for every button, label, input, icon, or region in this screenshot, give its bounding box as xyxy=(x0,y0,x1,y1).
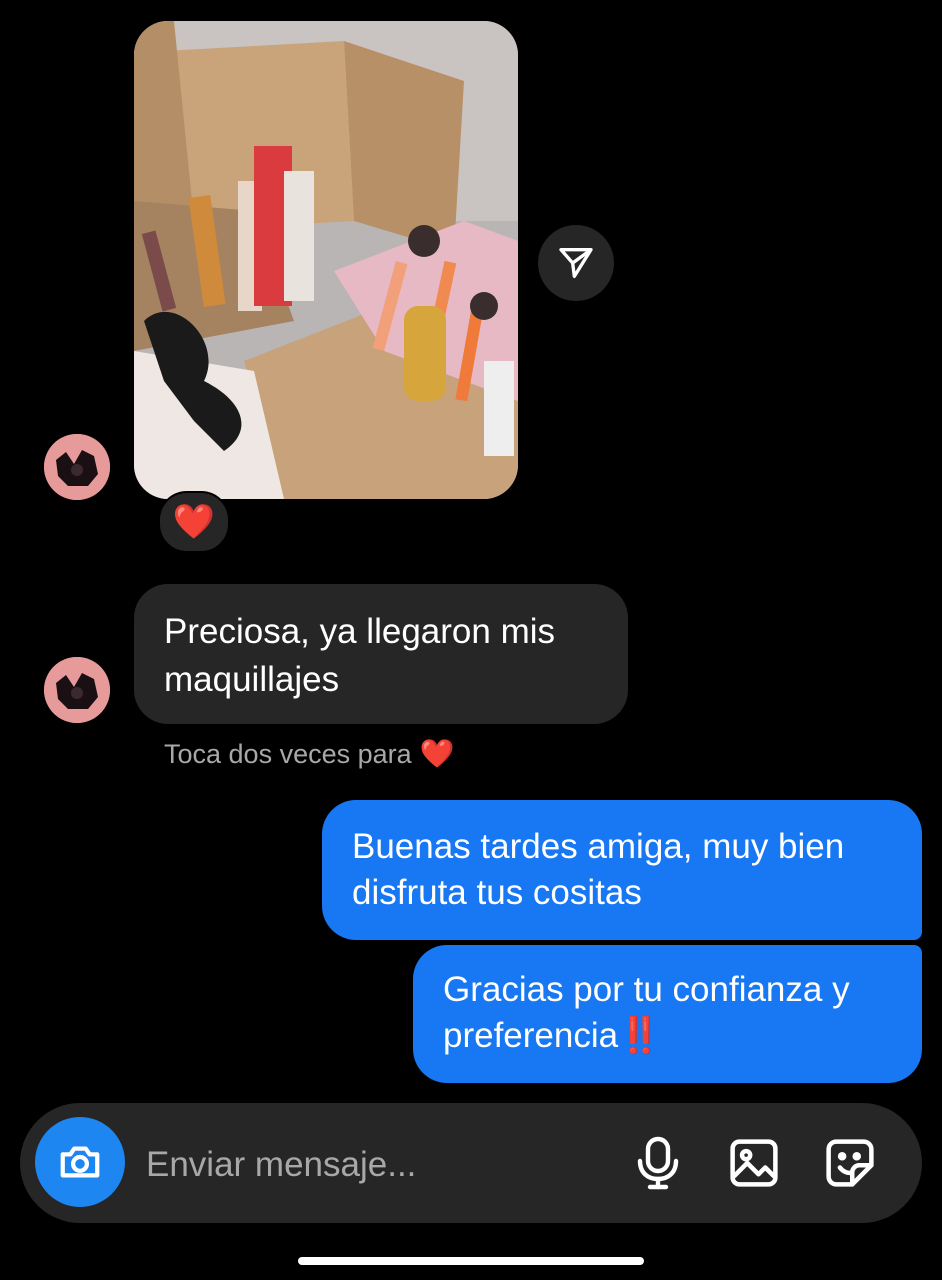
outgoing-message[interactable]: Gracias por tu confianza y preferencia‼️ xyxy=(413,945,922,1083)
heart-emoji: ❤️ xyxy=(172,503,216,541)
send-icon xyxy=(559,248,593,278)
camera-button[interactable] xyxy=(35,1117,125,1207)
sender-avatar[interactable] xyxy=(44,657,110,723)
heart-emoji: ❤️ xyxy=(419,738,455,769)
reaction-hint-text: Toca dos veces para xyxy=(164,739,412,769)
reaction-hint: Toca dos veces para ❤️ xyxy=(164,736,455,772)
shared-photo[interactable] xyxy=(134,21,518,499)
sender-avatar[interactable] xyxy=(44,434,110,500)
heart-reaction[interactable]: ❤️ xyxy=(158,491,230,553)
incoming-message[interactable]: Preciosa, ya llegaron mis maquillajes xyxy=(134,584,628,724)
voice-message-button[interactable] xyxy=(626,1131,690,1195)
outgoing-message[interactable]: Buenas tardes amiga, muy bien disfruta t… xyxy=(322,800,922,940)
sticker-button[interactable] xyxy=(818,1131,882,1195)
sticker-icon xyxy=(826,1139,874,1187)
gallery-button[interactable] xyxy=(722,1131,786,1195)
home-indicator[interactable] xyxy=(298,1257,644,1265)
microphone-icon xyxy=(637,1136,679,1190)
message-input[interactable] xyxy=(146,1138,606,1192)
incoming-message-text: Preciosa, ya llegaron mis maquillajes xyxy=(164,612,555,699)
gallery-icon xyxy=(730,1139,778,1187)
camera-icon xyxy=(60,1146,100,1178)
share-button[interactable] xyxy=(538,225,614,301)
double-exclamation-emoji: ‼️ xyxy=(618,1016,662,1055)
outgoing-message-text: Buenas tardes amiga, muy bien disfruta t… xyxy=(352,827,845,912)
